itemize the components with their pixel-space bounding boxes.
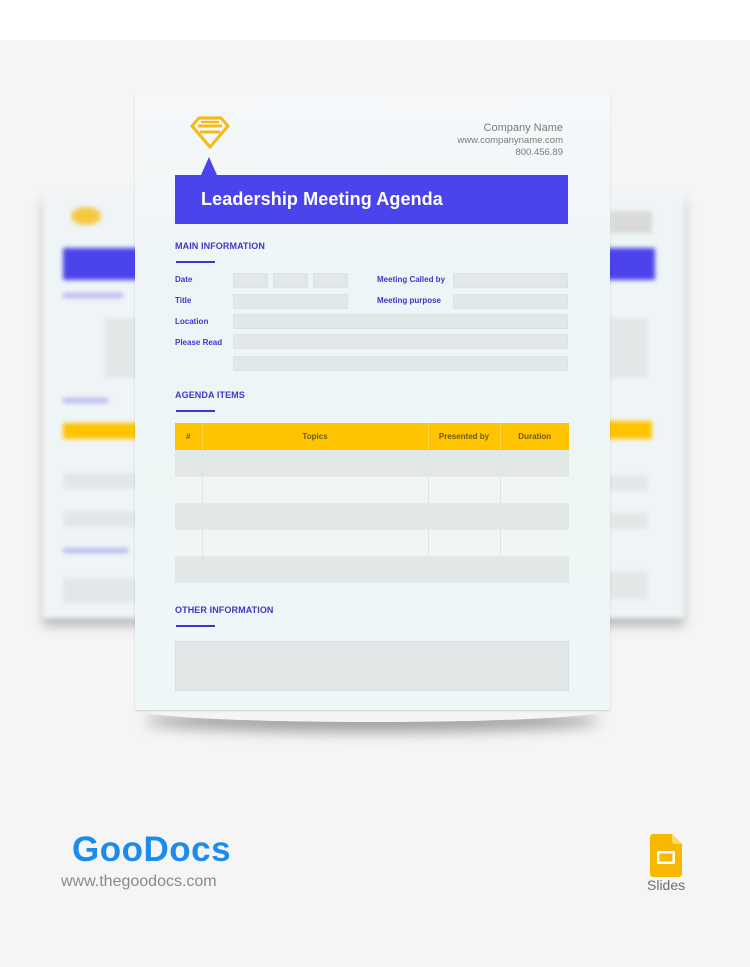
table-row: [175, 503, 569, 531]
cell-topic[interactable]: [202, 450, 429, 478]
cell-number[interactable]: [175, 529, 203, 557]
section-underline: [176, 625, 215, 627]
cell-presented-by[interactable]: [428, 476, 501, 504]
back-banner: [63, 248, 143, 280]
goodocs-logo[interactable]: GooDocs: [72, 830, 231, 870]
meeting-purpose-field[interactable]: [453, 294, 568, 309]
slides-label: Slides: [647, 877, 686, 893]
section-underline: [176, 410, 215, 412]
please-read-field[interactable]: [233, 334, 568, 349]
column-header-number: #: [175, 423, 203, 450]
cell-number[interactable]: [175, 503, 203, 531]
main-information-heading: MAIN INFORMATION: [175, 241, 265, 251]
date-label: Date: [175, 275, 193, 284]
table-row: [175, 476, 569, 504]
title-field[interactable]: [233, 294, 348, 309]
please-read-field-2[interactable]: [233, 356, 568, 371]
title-label: Title: [175, 296, 192, 305]
top-margin: [0, 0, 750, 40]
cell-duration[interactable]: [500, 529, 569, 557]
company-info: Company Name www.companyname.com 800.456…: [457, 121, 563, 159]
cell-number[interactable]: [175, 450, 203, 478]
cell-presented-by[interactable]: [428, 503, 501, 531]
table-row: [175, 556, 569, 584]
other-information-field[interactable]: [175, 641, 569, 691]
goodocs-url[interactable]: www.thegoodocs.com: [61, 873, 217, 891]
date-year-field[interactable]: [313, 273, 348, 288]
column-header-duration: Duration: [500, 423, 569, 450]
cell-number[interactable]: [175, 556, 203, 584]
location-label: Location: [175, 317, 209, 326]
cell-presented-by[interactable]: [428, 450, 501, 478]
diamond-icon: [190, 116, 230, 149]
company-name: Company Name: [483, 122, 563, 134]
cell-presented-by[interactable]: [428, 556, 501, 584]
meeting-called-by-label: Meeting Called by: [377, 275, 446, 284]
agenda-table: # Topics Presented by Duration: [175, 423, 569, 584]
table-header-row: # Topics Presented by Duration: [175, 423, 569, 450]
please-read-label: Please Read: [175, 338, 223, 347]
cell-duration[interactable]: [500, 503, 569, 531]
cell-duration[interactable]: [500, 450, 569, 478]
back-logo-icon: [71, 207, 101, 225]
company-website[interactable]: www.companyname.com: [457, 135, 563, 147]
date-day-field[interactable]: [233, 273, 268, 288]
column-header-presented-by: Presented by: [428, 423, 501, 450]
table-row: [175, 529, 569, 557]
back-page-right: [600, 193, 684, 618]
banner-pointer: [201, 157, 217, 175]
cell-duration[interactable]: [500, 556, 569, 584]
location-field[interactable]: [233, 314, 568, 329]
other-information-heading: OTHER INFORMATION: [175, 605, 274, 615]
title-banner: Leadership Meeting Agenda: [175, 175, 568, 224]
document-title[interactable]: Leadership Meeting Agenda: [201, 189, 443, 210]
meeting-called-by-field[interactable]: [453, 273, 568, 288]
table-row: [175, 450, 569, 478]
cell-number[interactable]: [175, 476, 203, 504]
cell-topic[interactable]: [202, 556, 429, 584]
back-table-header: [63, 423, 143, 439]
cell-duration[interactable]: [500, 476, 569, 504]
column-header-topics: Topics: [202, 423, 429, 450]
back-page-left: [43, 193, 143, 618]
company-phone: 800.456.89: [515, 147, 563, 158]
agenda-items-heading: AGENDA ITEMS: [175, 390, 245, 400]
cell-topic[interactable]: [202, 503, 429, 531]
date-month-field[interactable]: [273, 273, 308, 288]
cell-topic[interactable]: [202, 529, 429, 557]
agenda-document-page: Company Name www.companyname.com 800.456…: [135, 95, 610, 710]
cell-presented-by[interactable]: [428, 529, 501, 557]
meeting-purpose-label: Meeting purpose: [377, 296, 442, 305]
google-slides-icon: [650, 834, 682, 877]
cell-topic[interactable]: [202, 476, 429, 504]
section-underline: [176, 261, 215, 263]
